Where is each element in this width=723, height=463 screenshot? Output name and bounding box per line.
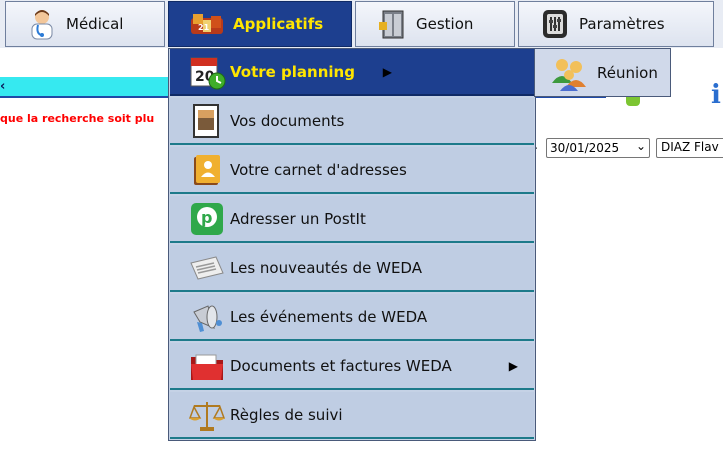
tab-applicatifs-label: Applicatifs: [233, 15, 324, 33]
menu-item-evenements[interactable]: Les événements de WEDA: [170, 294, 534, 341]
doctor-icon: [26, 8, 58, 40]
chevron-down-icon: ⌄: [635, 139, 646, 153]
planning-submenu-reunion[interactable]: Réunion: [534, 48, 671, 97]
practitioner-select-value: DIAZ Flav: [661, 140, 719, 154]
practitioner-select[interactable]: DIAZ Flav: [656, 138, 723, 158]
menu-item-carnet-adresses[interactable]: Votre carnet d'adresses: [170, 147, 534, 194]
menu-item-label: Votre planning: [230, 62, 355, 81]
submenu-item-label: Réunion: [597, 63, 658, 82]
megaphone-icon: [188, 298, 226, 336]
tab-applicatifs[interactable]: 21 Applicatifs: [168, 1, 352, 47]
tab-gestion-label: Gestion: [416, 15, 474, 33]
search-warning-text: que la recherche soit plu: [0, 112, 155, 125]
date-select-value: 30/01/2025: [550, 141, 620, 155]
calendar-icon: 20: [188, 53, 226, 91]
tab-medical[interactable]: Médical: [5, 1, 165, 47]
menu-item-label: Règles de suivi: [230, 405, 343, 424]
menu-item-postit[interactable]: p Adresser un PostIt: [170, 196, 534, 243]
submenu-arrow-icon: ▶: [508, 358, 518, 373]
menu-item-label: Vos documents: [230, 111, 345, 130]
menu-item-label: Les nouveautés de WEDA: [230, 258, 422, 277]
applicatifs-dropdown-menu: 20 Votre planning ▶ Vos documents Votre …: [168, 48, 536, 441]
menu-item-regles-suivi[interactable]: Règles de suivi: [170, 392, 534, 439]
menu-item-label: Les événements de WEDA: [230, 307, 428, 326]
svg-text:21: 21: [198, 23, 210, 32]
address-book-icon: [188, 151, 226, 189]
menu-item-label: Documents et factures WEDA: [230, 356, 452, 375]
info-icon[interactable]: i: [711, 80, 721, 110]
tab-medical-label: Médical: [66, 15, 124, 33]
tab-parametres-label: Paramètres: [579, 15, 665, 33]
photo-document-icon: [188, 102, 226, 140]
settings-panel-icon: [539, 8, 571, 40]
meeting-people-icon: [549, 55, 589, 91]
scales-icon: [188, 396, 226, 434]
strip-marker: ‹: [0, 79, 6, 94]
submenu-arrow-icon: ▶: [382, 64, 392, 79]
menu-item-label: Votre carnet d'adresses: [230, 160, 407, 179]
date-select[interactable]: 30/01/2025 ⌄: [546, 138, 650, 158]
postit-icon: p: [188, 200, 226, 238]
applications-icon: 21: [189, 8, 225, 40]
svg-text:p: p: [201, 208, 212, 227]
news-icon: [188, 249, 226, 287]
page: Médical 21 Applicatifs Gestion Paramètre…: [0, 0, 723, 463]
tab-parametres[interactable]: Paramètres: [518, 1, 714, 47]
tab-gestion[interactable]: Gestion: [355, 1, 515, 47]
menu-item-vos-documents[interactable]: Vos documents: [170, 98, 534, 145]
menu-item-nouveautes[interactable]: Les nouveautés de WEDA: [170, 245, 534, 292]
folder-icon: [188, 347, 226, 385]
menu-item-votre-planning[interactable]: 20 Votre planning ▶: [170, 49, 534, 96]
menu-item-label: Adresser un PostIt: [230, 209, 366, 228]
top-nav-bar: Médical 21 Applicatifs Gestion Paramètre…: [0, 0, 723, 48]
cabinet-icon: [376, 8, 408, 40]
menu-item-documents-factures[interactable]: Documents et factures WEDA ▶: [170, 343, 534, 390]
